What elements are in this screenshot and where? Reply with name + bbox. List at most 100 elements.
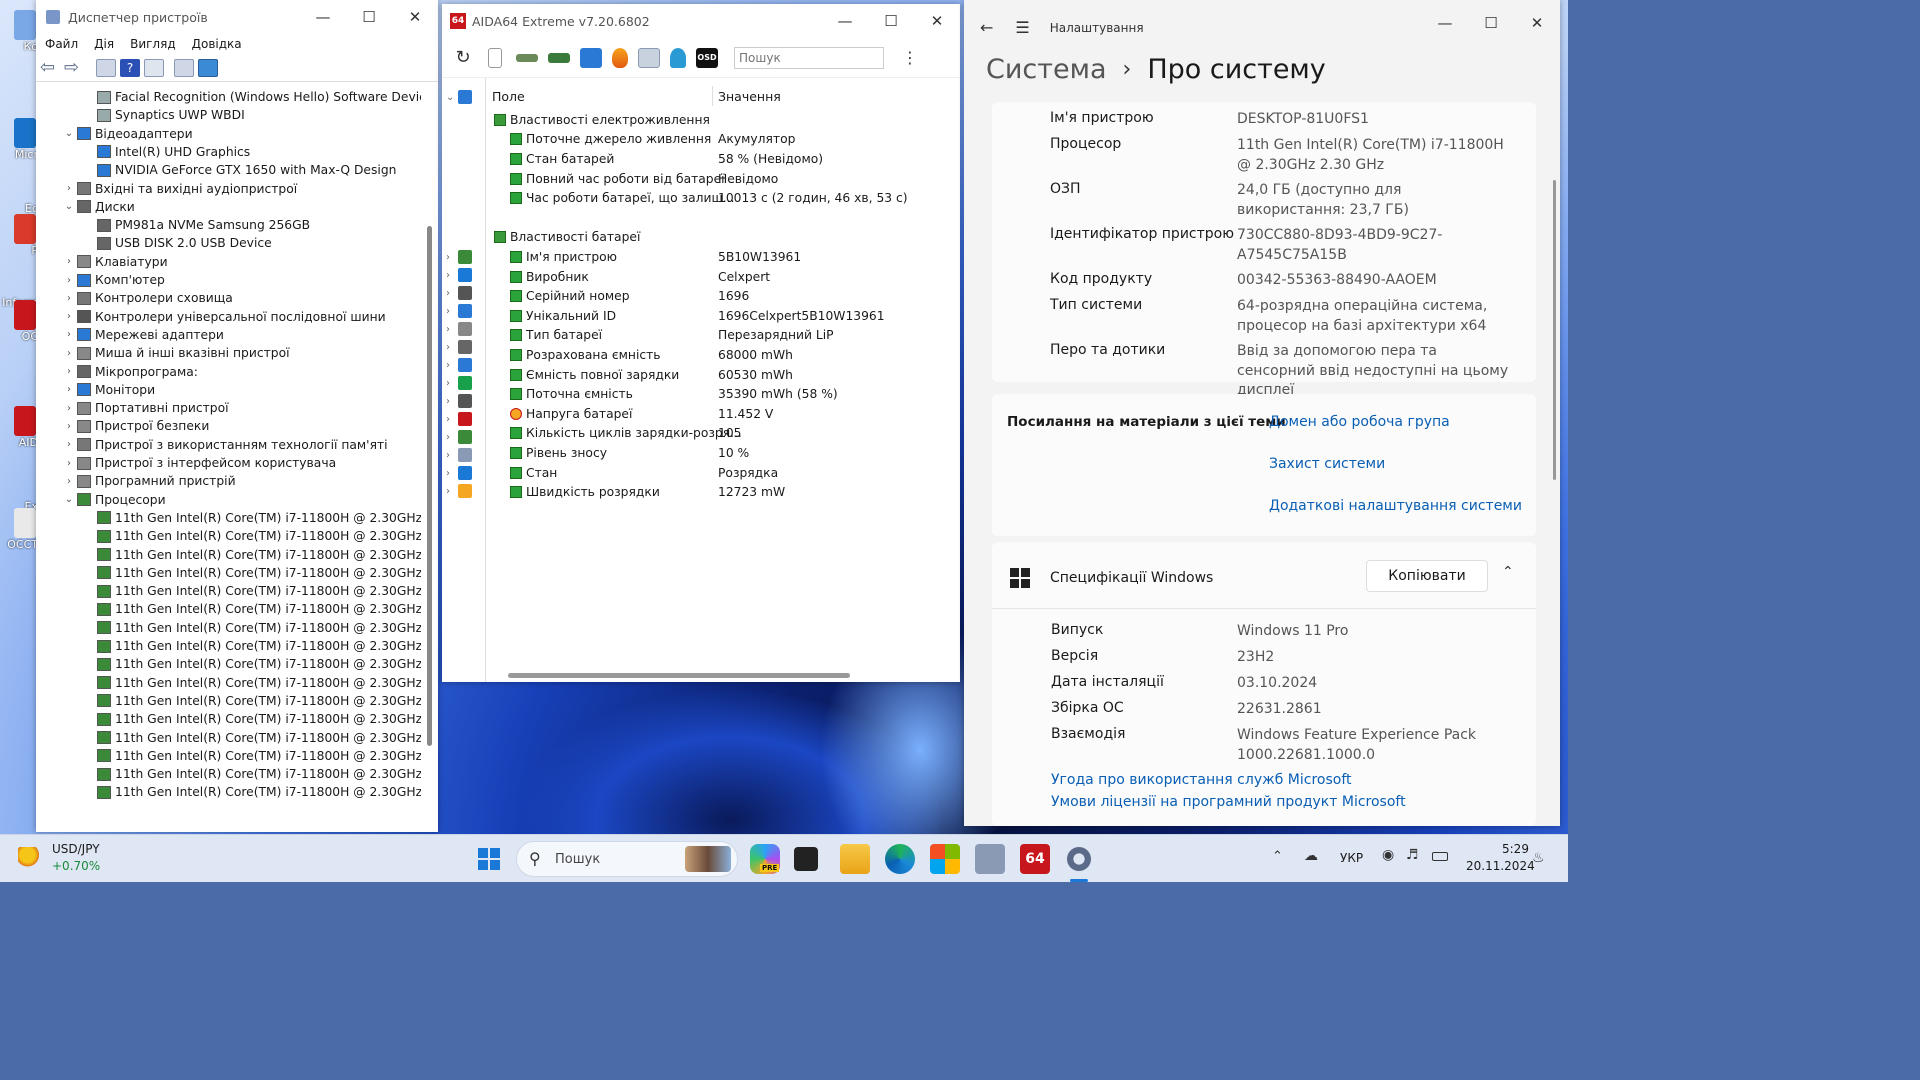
task-view-icon[interactable] — [794, 847, 818, 871]
aida64-nav-node[interactable]: › — [446, 428, 472, 446]
copy-button[interactable]: Копіювати — [1366, 560, 1488, 592]
device-tree-item[interactable]: › Вхідні та вихідні аудіопристрої — [63, 180, 297, 198]
volume-icon[interactable]: ♬ — [1406, 847, 1419, 863]
desktop-icon[interactable]: OC — [0, 300, 38, 343]
device-tree-item[interactable]: 11th Gen Intel(R) Core(TM) i7-11800H @ 2… — [83, 637, 421, 655]
aida64-horizontal-scrollbar[interactable] — [508, 673, 850, 678]
osd-icon[interactable]: OSD — [696, 47, 718, 68]
device-tree-item[interactable]: 11th Gen Intel(R) Core(TM) i7-11800H @ 2… — [83, 692, 421, 710]
device-tree-item[interactable]: 11th Gen Intel(R) Core(TM) i7-11800H @ 2… — [83, 710, 421, 728]
aida64-nav-node[interactable]: › — [446, 356, 472, 374]
desktop-icon[interactable]: OCCT — [0, 508, 38, 551]
maximize-button[interactable]: ☐ — [1468, 6, 1514, 40]
aida64-nav-node[interactable]: › — [446, 392, 472, 410]
expand-chevron-icon[interactable]: › — [63, 458, 75, 469]
properties-icon[interactable] — [144, 58, 164, 77]
expand-chevron-icon[interactable]: › — [446, 486, 454, 497]
aida64-nav-node[interactable]: › — [446, 284, 472, 302]
column-header-value[interactable]: Значення — [718, 86, 938, 106]
minimize-button[interactable]: — — [822, 4, 868, 38]
aida64-taskbar-icon[interactable]: 64 — [1020, 844, 1050, 874]
aida64-field-row[interactable]: Стан — [510, 463, 557, 483]
device-tree-item[interactable]: PM981a NVMe Samsung 256GB — [83, 216, 310, 234]
expand-chevron-icon[interactable]: › — [63, 329, 75, 340]
flame-icon[interactable] — [612, 47, 628, 68]
expand-chevron-icon[interactable]: › — [63, 366, 75, 377]
device-tree-item[interactable]: ⌄ Процесори — [63, 491, 166, 509]
device-tree-item[interactable]: › Монітори — [63, 381, 155, 399]
device-tree-item[interactable]: › Пристрої з інтерфейсом користувача — [63, 454, 336, 472]
weather-widget-icon[interactable] — [18, 847, 42, 867]
device-tree-item[interactable]: 11th Gen Intel(R) Core(TM) i7-11800H @ 2… — [83, 527, 421, 545]
aida64-nav-node[interactable]: › — [446, 482, 472, 500]
expand-chevron-icon[interactable]: › — [63, 384, 75, 395]
aida64-nav-node[interactable]: ⌄ — [446, 88, 472, 106]
device-tree-item[interactable]: 11th Gen Intel(R) Core(TM) i7-11800H @ 2… — [83, 619, 421, 637]
aida64-field-row[interactable]: Стан батарей — [510, 149, 614, 169]
expand-chevron-icon[interactable]: › — [63, 476, 75, 487]
widget-change[interactable]: +0.70% — [52, 859, 100, 873]
maximize-button[interactable]: ☐ — [346, 0, 392, 34]
expand-chevron-icon[interactable]: › — [63, 348, 75, 359]
expand-chevron-icon[interactable]: › — [446, 432, 454, 443]
aida64-field-row[interactable]: Унікальний ID — [510, 306, 616, 326]
menu-action[interactable]: Дія — [94, 37, 114, 51]
link-advanced-system-settings[interactable]: Додаткові налаштування системи — [1269, 498, 1522, 514]
collapse-chevron-icon[interactable]: ⌃ — [1502, 564, 1514, 580]
aida64-field-row[interactable]: Рівень зносу — [510, 443, 607, 463]
tools-icon[interactable] — [638, 47, 660, 68]
expand-chevron-icon[interactable]: › — [63, 403, 75, 414]
expand-chevron-icon[interactable]: › — [63, 293, 75, 304]
scan-hardware-icon[interactable] — [174, 58, 194, 77]
help-icon[interactable]: ? — [120, 58, 140, 77]
device-tree-item[interactable]: 11th Gen Intel(R) Core(TM) i7-11800H @ 2… — [83, 655, 421, 673]
hamburger-menu-icon[interactable]: ☰ — [1015, 18, 1029, 37]
expand-chevron-icon[interactable]: › — [446, 270, 454, 281]
aida64-field-row[interactable]: Швидкість розрядки — [510, 482, 660, 502]
forward-arrow-icon[interactable]: ⇨ — [64, 58, 84, 77]
device-tree-item[interactable]: ⌄ Диски — [63, 198, 135, 216]
clock-time[interactable]: 5:29 — [1502, 842, 1529, 856]
refresh-icon[interactable]: ↻ — [452, 47, 474, 68]
more-options-icon[interactable]: ⋮ — [902, 48, 918, 67]
link-system-protection[interactable]: Захист системи — [1269, 456, 1385, 472]
device-tree-item[interactable]: › Мікропрограма: — [63, 363, 198, 381]
device-tree-item[interactable]: Intel(R) UHD Graphics — [83, 143, 250, 161]
expand-chevron-icon[interactable]: ⌄ — [446, 92, 454, 103]
expand-chevron-icon[interactable]: › — [446, 342, 454, 353]
start-button[interactable] — [478, 848, 500, 870]
link-microsoft-services-agreement[interactable]: Угода про використання служб Microsoft — [1051, 772, 1352, 788]
notification-bell-icon[interactable]: ♨ — [1532, 850, 1545, 866]
back-arrow-icon[interactable]: ⇦ — [40, 58, 60, 77]
expand-chevron-icon[interactable]: › — [446, 468, 454, 479]
back-arrow-icon[interactable]: ← — [980, 18, 993, 37]
aida64-field-row[interactable]: Тип батареї — [510, 326, 602, 346]
device-tree-item[interactable]: Synaptics UWP WBDI — [83, 106, 245, 124]
maximize-button[interactable]: ☐ — [868, 4, 914, 38]
expand-chevron-icon[interactable]: › — [63, 311, 75, 322]
show-hide-console-icon[interactable] — [96, 58, 116, 77]
desktop-icon[interactable]: Ко — [0, 10, 38, 53]
device-tree-item[interactable]: ⌄ Відеоадаптери — [63, 125, 193, 143]
clock-date[interactable]: 20.11.2024 — [1466, 859, 1535, 873]
device-tree-item[interactable]: › Пристрої безпеки — [63, 417, 209, 435]
expand-chevron-icon[interactable]: ⌄ — [63, 128, 75, 139]
memory-icon[interactable] — [548, 52, 570, 63]
settings-scrollbar[interactable] — [1553, 180, 1556, 480]
device-tree-item[interactable]: Facial Recognition (Windows Hello) Softw… — [83, 88, 421, 106]
desktop-icon[interactable]: AID — [0, 406, 38, 449]
chevron-up-icon[interactable]: ⌃ — [1272, 849, 1283, 864]
device-manager-taskbar-icon[interactable] — [975, 844, 1005, 874]
device-tree-item[interactable]: 11th Gen Intel(R) Core(TM) i7-11800H @ 2… — [83, 582, 421, 600]
expand-chevron-icon[interactable]: › — [446, 396, 454, 407]
device-tree-item[interactable]: NVIDIA GeForce GTX 1650 with Max-Q Desig… — [83, 161, 396, 179]
aida64-nav-node[interactable]: › — [446, 374, 472, 392]
device-tree-item[interactable]: 11th Gen Intel(R) Core(TM) i7-11800H @ 2… — [83, 729, 421, 747]
breadcrumb-system[interactable]: Система — [986, 54, 1107, 85]
expand-chevron-icon[interactable]: › — [63, 421, 75, 432]
expand-chevron-icon[interactable]: › — [63, 183, 75, 194]
device-tree-item[interactable]: › Пристрої з використанням технології пам… — [63, 436, 388, 454]
aida64-nav-node[interactable]: › — [446, 410, 472, 428]
motherboard-icon[interactable] — [516, 53, 538, 62]
menu-view[interactable]: Вигляд — [130, 37, 176, 51]
